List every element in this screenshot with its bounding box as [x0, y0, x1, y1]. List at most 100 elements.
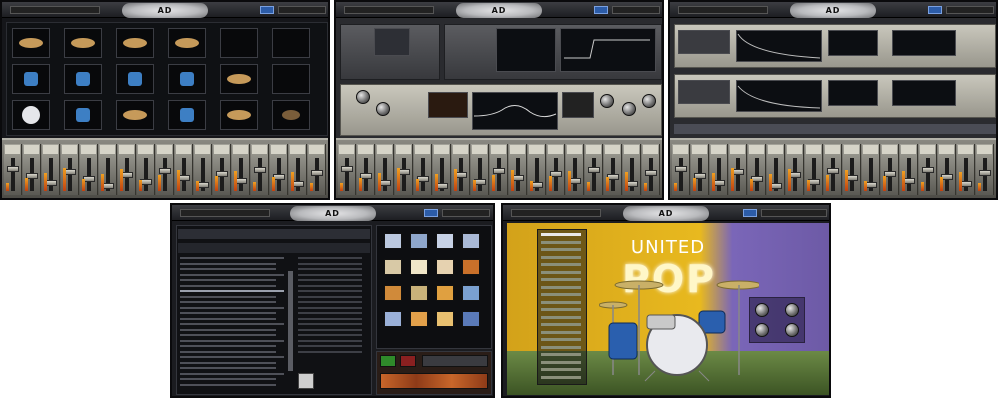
beat-row[interactable] — [180, 323, 284, 325]
kit-tile[interactable] — [384, 285, 402, 301]
instrument-item[interactable] — [541, 368, 581, 371]
channel-fader[interactable] — [675, 166, 687, 172]
instrument-item[interactable] — [541, 353, 581, 356]
kit-tile[interactable] — [436, 285, 454, 301]
kit-tile[interactable] — [436, 259, 454, 275]
channel-fader[interactable] — [493, 168, 505, 174]
kit-tile[interactable] — [462, 311, 480, 327]
pan-knob[interactable] — [600, 94, 614, 108]
instrument-item[interactable] — [541, 285, 581, 289]
preset-menu[interactable] — [10, 6, 100, 14]
beat-row[interactable] — [180, 372, 284, 375]
settings-menu[interactable] — [278, 6, 326, 14]
beat-row[interactable] — [180, 334, 276, 336]
kit-tile[interactable] — [462, 233, 480, 249]
beat-row[interactable] — [180, 290, 284, 292]
beat-row[interactable] — [180, 295, 276, 298]
channel-fader[interactable] — [827, 168, 839, 174]
kit-piece-slot[interactable] — [272, 64, 310, 94]
kit-piece-slot[interactable] — [168, 28, 206, 58]
kit-piece-slot[interactable] — [220, 28, 258, 58]
instrument-item[interactable] — [541, 323, 581, 326]
channel-fader[interactable] — [341, 166, 353, 172]
kit-tile[interactable] — [384, 233, 402, 249]
beat-row[interactable] — [180, 339, 284, 342]
channel-fader[interactable] — [588, 167, 600, 173]
beat-row[interactable] — [180, 361, 276, 364]
view-button[interactable] — [424, 209, 438, 217]
volume-knob[interactable] — [376, 102, 390, 116]
beat-row[interactable] — [180, 262, 276, 265]
instrument-item[interactable] — [541, 315, 581, 319]
overhead-knob[interactable] — [755, 303, 769, 317]
beat-row[interactable] — [180, 312, 276, 314]
instrument-item[interactable] — [541, 375, 581, 379]
kit-tile[interactable] — [410, 285, 428, 301]
settings-menu[interactable] — [946, 6, 994, 14]
beat-row[interactable] — [180, 279, 276, 281]
beat-row[interactable] — [180, 284, 276, 287]
kit-piece-slot[interactable] — [272, 28, 310, 58]
instrument-item[interactable] — [541, 233, 581, 236]
channel-fader[interactable] — [311, 170, 323, 176]
view-button[interactable] — [260, 6, 274, 14]
kit-tile[interactable] — [436, 233, 454, 249]
beat-row[interactable] — [180, 273, 284, 276]
view-button[interactable] — [594, 6, 608, 14]
settings-menu[interactable] — [612, 6, 660, 14]
beat-row[interactable] — [180, 367, 276, 369]
kit-piece-slot[interactable] — [64, 64, 102, 94]
kit-piece-slot[interactable] — [116, 64, 154, 94]
beat-row[interactable] — [180, 345, 276, 347]
stop-button[interactable] — [400, 355, 416, 367]
kit-tile[interactable] — [410, 233, 428, 249]
beat-row[interactable] — [180, 356, 284, 358]
kit-piece-slot[interactable] — [168, 64, 206, 94]
kit-tile[interactable] — [410, 259, 428, 275]
room-knob[interactable] — [785, 303, 799, 317]
channel-fader[interactable] — [254, 167, 266, 173]
view-button[interactable] — [743, 209, 757, 217]
kit-piece-slot[interactable] — [12, 28, 50, 58]
kit-tile[interactable] — [384, 259, 402, 275]
snare-knob[interactable] — [785, 323, 799, 337]
instrument-item[interactable] — [541, 330, 581, 334]
kick-knob[interactable] — [755, 323, 769, 337]
play-button[interactable] — [380, 355, 396, 367]
kit-tile[interactable] — [462, 259, 480, 275]
instrument-item[interactable] — [541, 345, 581, 349]
kit-piece-slot[interactable] — [64, 28, 102, 58]
beat-row[interactable] — [180, 383, 276, 386]
instrument-item[interactable] — [541, 255, 581, 259]
channel-fader[interactable] — [979, 170, 991, 176]
beat-row[interactable] — [180, 268, 276, 270]
instrument-item[interactable] — [541, 300, 581, 304]
beat-row[interactable] — [180, 257, 284, 259]
instrument-item[interactable] — [541, 240, 581, 244]
beat-row[interactable] — [180, 317, 276, 320]
kit-piece-slot[interactable] — [168, 100, 206, 130]
drive-knob[interactable] — [622, 102, 636, 116]
channel-fader[interactable] — [922, 167, 934, 173]
beat-row[interactable] — [180, 328, 276, 331]
beat-row[interactable] — [180, 350, 276, 353]
instrument-item[interactable] — [541, 270, 581, 274]
kit-tile[interactable] — [410, 311, 428, 327]
instrument-item[interactable] — [541, 308, 581, 311]
channel-fader[interactable] — [159, 168, 171, 174]
instrument-item[interactable] — [541, 278, 581, 281]
kit-piece-slot[interactable] — [116, 28, 154, 58]
channel-fader[interactable] — [645, 170, 657, 176]
kit-piece-slot[interactable] — [220, 100, 258, 130]
preset-menu[interactable] — [511, 209, 601, 217]
channel-fader[interactable] — [7, 166, 19, 172]
kit-piece-slot[interactable] — [12, 64, 50, 94]
preset-menu[interactable] — [180, 209, 270, 217]
preset-menu[interactable] — [678, 6, 768, 14]
beat-row[interactable] — [180, 301, 276, 303]
kit-tile[interactable] — [384, 311, 402, 327]
kit-tile[interactable] — [436, 311, 454, 327]
tune-knob[interactable] — [356, 90, 370, 104]
view-button[interactable] — [928, 6, 942, 14]
list-scrollbar[interactable] — [288, 271, 293, 371]
